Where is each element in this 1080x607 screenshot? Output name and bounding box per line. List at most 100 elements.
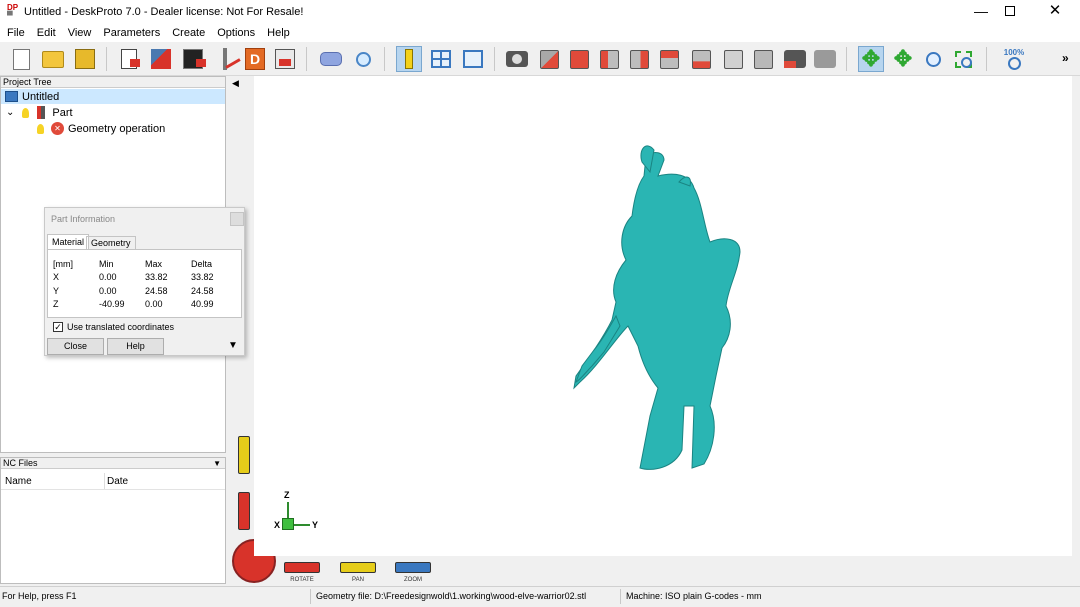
nc-files-panel: NC Files ▼ Name Date xyxy=(0,457,226,584)
tab-material[interactable]: Material xyxy=(47,234,90,250)
tree-item-geometry-operation[interactable]: ✕ Geometry operation xyxy=(1,121,165,136)
zoom-in-icon[interactable] xyxy=(920,46,946,72)
zoom-label: ZOOM xyxy=(404,577,422,583)
close-button[interactable]: ✕ xyxy=(1045,2,1065,22)
open-folder-icon[interactable] xyxy=(40,46,66,72)
lightbulb-icon[interactable] xyxy=(22,107,30,118)
minimize-button[interactable]: — xyxy=(966,2,996,22)
chevron-down-icon[interactable]: ⌄ xyxy=(6,107,14,118)
nc-files-column-date[interactable]: Date xyxy=(107,476,128,487)
menu-edit[interactable]: Edit xyxy=(31,24,62,42)
zoom-100-icon[interactable]: 100% xyxy=(998,46,1030,72)
nc-files-header: NC Files xyxy=(3,457,38,468)
zoom-slider-yellow[interactable] xyxy=(238,436,250,474)
toolbar-overflow-button[interactable]: » xyxy=(1062,51,1069,65)
view-iso1-icon[interactable] xyxy=(720,46,746,72)
rotate-icon[interactable]: ✥ xyxy=(858,46,884,72)
menu-help[interactable]: Help xyxy=(261,24,296,42)
drawing-icon[interactable]: D xyxy=(242,46,268,72)
rotate-strip[interactable]: ROTATE xyxy=(284,562,320,583)
table-cell: 24.58 xyxy=(191,285,214,296)
tree-operation-label: Geometry operation xyxy=(68,122,166,135)
project-tree-header: Project Tree xyxy=(1,77,225,88)
table-row: X 0.00 33.82 33.82 xyxy=(53,271,223,285)
table-cell: Y xyxy=(53,285,60,296)
status-bar: For Help, press F1 Geometry file: D:\Fre… xyxy=(0,586,1080,607)
menu-options[interactable]: Options xyxy=(211,24,261,42)
dropdown-arrow-icon[interactable]: ▼ xyxy=(213,458,221,469)
view-bottom-icon[interactable] xyxy=(688,46,714,72)
view-right-icon[interactable] xyxy=(626,46,652,72)
lightbulb-icon[interactable] xyxy=(37,123,44,134)
3d-viewport[interactable]: Z Y X xyxy=(254,76,1072,556)
table-header: Min xyxy=(99,258,114,269)
table-cell: 33.82 xyxy=(145,272,168,283)
table-cell: 0.00 xyxy=(145,299,163,310)
menu-file[interactable]: File xyxy=(1,24,31,42)
import-part-icon[interactable] xyxy=(116,46,142,72)
render-icon[interactable] xyxy=(782,46,808,72)
elf-warrior-model xyxy=(573,145,741,470)
axis-label-x: X xyxy=(274,520,281,530)
view-front-icon[interactable] xyxy=(536,46,562,72)
zoom-strip[interactable]: ZOOM xyxy=(395,562,431,583)
new-icon[interactable] xyxy=(8,46,34,72)
project-icon xyxy=(5,91,18,102)
part-icon[interactable] xyxy=(318,46,344,72)
pan-strip[interactable]: PAN xyxy=(340,562,376,583)
collapse-arrow-icon[interactable]: ◀ xyxy=(232,78,239,89)
rotate-label: ROTATE xyxy=(290,577,314,583)
nc-files-column-name[interactable]: Name xyxy=(5,476,32,487)
zoom-slider-red[interactable] xyxy=(238,492,250,530)
import-vector-icon[interactable] xyxy=(148,46,174,72)
expand-arrow-icon[interactable]: ▼ xyxy=(228,340,238,351)
import-bitmap-icon[interactable] xyxy=(180,46,206,72)
menu-bar: File Edit View Parameters Create Options… xyxy=(0,24,1080,42)
table-row: Z -40.99 0.00 40.99 xyxy=(53,298,223,312)
table-cell: 0.00 xyxy=(99,285,117,296)
axis-label-z: Z xyxy=(284,490,290,500)
pan-label: PAN xyxy=(352,577,364,583)
view-iso2-icon[interactable] xyxy=(750,46,776,72)
export-icon[interactable] xyxy=(272,46,298,72)
view-top-icon[interactable] xyxy=(656,46,682,72)
tree-root-untitled[interactable]: Untitled xyxy=(1,89,225,104)
table-cell: Z xyxy=(53,299,59,310)
part-icon xyxy=(37,106,46,119)
dialog-close-box[interactable] xyxy=(230,212,244,226)
axis-label-y: Y xyxy=(312,520,319,530)
menu-create[interactable]: Create xyxy=(166,24,211,42)
save-icon[interactable] xyxy=(72,46,98,72)
table-header: [mm] xyxy=(53,258,73,269)
extent-table: [mm] Min Max Delta X 0.00 33.82 33.82 Y … xyxy=(53,257,223,311)
table-row: Y 0.00 24.58 24.58 xyxy=(53,284,223,298)
inspect-icon[interactable] xyxy=(350,46,376,72)
tree-root-label: Untitled xyxy=(22,90,60,103)
split-view-icon[interactable] xyxy=(428,46,454,72)
use-translated-checkbox[interactable]: ✓ Use translated coordinates xyxy=(53,322,174,332)
camera-icon[interactable] xyxy=(504,46,530,72)
menu-view[interactable]: View xyxy=(62,24,98,42)
toolpath-icon[interactable] xyxy=(212,46,241,72)
checkbox-label: Use translated coordinates xyxy=(67,322,175,332)
maximize-button[interactable] xyxy=(1005,6,1015,16)
tree-item-part[interactable]: ⌄ Part xyxy=(1,105,73,120)
tab-geometry[interactable]: Geometry xyxy=(86,236,136,250)
pan-icon[interactable]: ✥ xyxy=(890,46,916,72)
preview-icon[interactable] xyxy=(460,46,486,72)
table-cell: 24.58 xyxy=(145,285,168,296)
info-icon[interactable] xyxy=(396,46,422,72)
help-button[interactable]: Help xyxy=(107,338,164,355)
table-header-row: [mm] Min Max Delta xyxy=(53,257,223,271)
menu-parameters[interactable]: Parameters xyxy=(97,24,166,42)
operation-error-icon: ✕ xyxy=(51,122,64,135)
app-logo-icon: DP ▀ xyxy=(7,3,19,20)
view-back-icon[interactable] xyxy=(566,46,592,72)
toolbar: D ✥ ✥ 100% » xyxy=(0,42,1080,76)
close-button[interactable]: Close xyxy=(47,338,104,355)
checkbox-icon[interactable]: ✓ xyxy=(53,322,63,332)
table-header: Delta xyxy=(191,258,213,269)
view-left-icon[interactable] xyxy=(596,46,622,72)
render-alt-icon[interactable] xyxy=(812,46,838,72)
zoom-window-icon[interactable] xyxy=(950,46,976,72)
